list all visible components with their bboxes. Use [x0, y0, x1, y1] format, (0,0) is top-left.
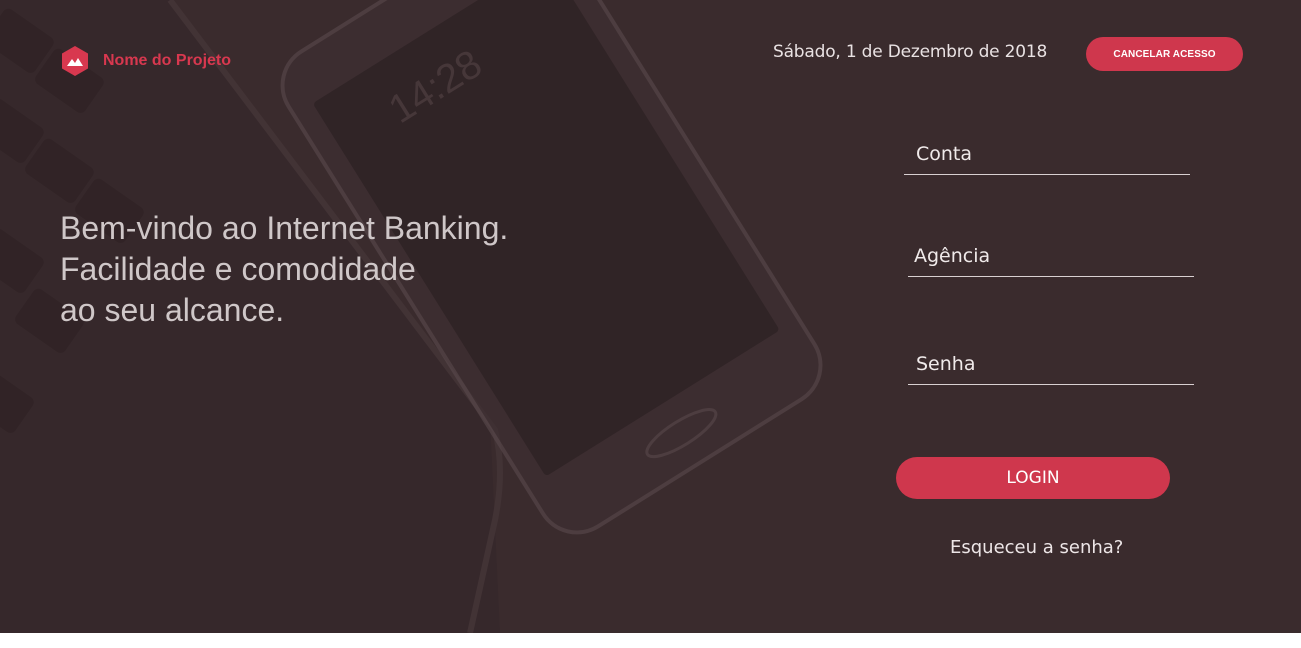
hero-section: 14:28 Nome do Projeto Sábado, 1 de Dezem… [0, 0, 1301, 633]
brand-name: Nome do Projeto [103, 52, 232, 69]
account-field [904, 134, 1190, 175]
password-input[interactable] [908, 344, 1194, 384]
mountain-hexagon-icon [62, 46, 88, 76]
agency-input[interactable] [908, 236, 1194, 276]
login-button[interactable]: LOGIN [896, 457, 1170, 499]
brand-logo[interactable]: Nome do Projeto [60, 45, 231, 77]
current-date: Sábado, 1 de Dezembro de 2018 [773, 42, 1048, 62]
welcome-heading: Bem-vindo ao Internet Banking. Facilidad… [60, 210, 509, 328]
forgot-password-link[interactable]: Esqueceu a senha? [950, 537, 1123, 558]
agency-field [908, 236, 1194, 277]
cancel-access-button[interactable]: CANCELAR ACESSO [1086, 37, 1243, 71]
account-input[interactable] [904, 134, 1190, 174]
password-field [908, 344, 1194, 385]
